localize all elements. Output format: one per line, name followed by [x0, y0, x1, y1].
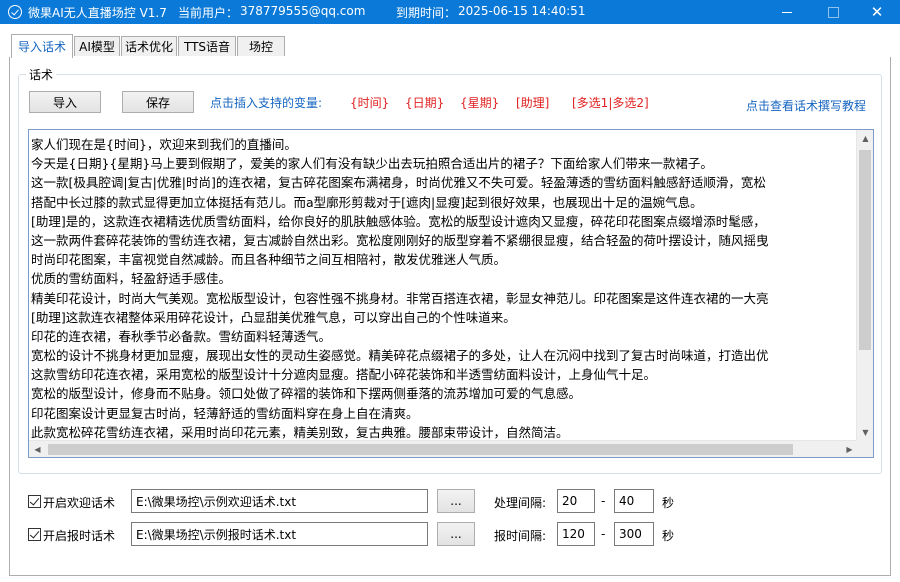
timer-script-browse-button[interactable]: ... [437, 522, 475, 546]
window-title: 微果AI无人直播场控 V1.7 [28, 6, 167, 20]
process-interval-unit: 秒 [662, 496, 675, 510]
variables-label: 点击插入支持的变量: [210, 96, 323, 110]
script-line: 印花图案设计更显复古时尚，轻薄舒适的雪纺面料穿在身上自在清爽。 [31, 405, 419, 421]
script-line: [助理]是的，这款连衣裙精选优质雪纺面料，给你良好的肌肤触感体验。宽松的版型设计… [31, 213, 766, 229]
script-text[interactable]: 家人们现在是{时间}，欢迎来到我们的直播间。 今天是{日期}{星期}马上要到假期… [31, 135, 857, 442]
timer-script-checkbox[interactable] [28, 528, 41, 541]
script-group-legend: 话术 [26, 66, 57, 83]
script-line: 家人们现在是{时间}，欢迎来到我们的直播间。 [31, 137, 297, 152]
expire-value: 2025-06-15 14:40:51 [458, 4, 586, 18]
vertical-scrollbar[interactable]: ▲ ▼ [856, 130, 873, 441]
timer-interval-unit: 秒 [662, 529, 675, 543]
script-line: 今天是{日期}{星期}马上要到假期了，爱美的家人们有没有缺少出去玩拍照合适出片的… [31, 156, 713, 172]
horizontal-scrollbar[interactable]: ◀ ▶ [29, 440, 858, 457]
script-line: 这款雪纺印花连衣裙，采用宽松的版型设计十分遮肉显瘦。搭配小碎花装饰和半透雪纺面料… [31, 367, 657, 383]
maximize-button[interactable] [810, 0, 856, 24]
variable-date[interactable]: {日期} [405, 94, 444, 111]
tab-room-control[interactable]: 场控 [237, 36, 285, 56]
vertical-scroll-thumb[interactable] [859, 150, 871, 350]
script-tutorial-link[interactable]: 点击查看话术撰写教程 [746, 97, 866, 114]
tab-tts-voice[interactable]: TTS语音 [178, 36, 236, 56]
script-line: 这一款[极具腔调|复古|优雅|时尚]的连衣裙，复古碎花图案布满裙身，时尚优雅又不… [31, 175, 766, 191]
welcome-script-label: 开启欢迎话术 [43, 496, 116, 510]
import-button[interactable]: 导入 [29, 91, 101, 113]
variable-assistant[interactable]: [助理] [516, 94, 549, 111]
horizontal-scroll-thumb[interactable] [48, 444, 793, 455]
current-user-label: 当前用户： [178, 6, 239, 20]
save-button[interactable]: 保存 [122, 91, 194, 113]
scroll-up-icon[interactable]: ▲ [857, 130, 873, 147]
scrollbar-corner [856, 440, 873, 457]
script-line: 搭配中长过膝的款式显得更加立体挺括有范儿。而a型廓形剪裁对于[遮肉|显瘦]起到很… [31, 194, 703, 210]
timer-interval-min-input[interactable] [557, 522, 595, 546]
range-dash: - [601, 494, 606, 508]
script-line: 时尚印花图案，丰富视觉自然减龄。而且各种细节之间互相陪衬，散发优雅迷人气质。 [31, 252, 507, 268]
welcome-script-checkbox[interactable] [28, 495, 41, 508]
expire-label: 到期时间： [396, 6, 457, 20]
welcome-script-path-input[interactable] [131, 489, 428, 513]
timer-interval-max-input[interactable] [614, 522, 654, 546]
script-line: 宽松的设计不挑身材更加显瘦，展现出女性的灵动生姿感觉。精美碎花点缀裙子的多处，让… [31, 348, 769, 364]
process-interval-max-input[interactable] [614, 489, 654, 513]
app-logo-icon [8, 5, 22, 19]
script-line: 印花的连衣裙，春秋季节必备款。雪纺面料轻薄透气。 [31, 328, 332, 344]
process-interval-min-input[interactable] [557, 489, 595, 513]
welcome-script-browse-button[interactable]: ... [437, 489, 475, 513]
minimize-button[interactable] [764, 0, 810, 24]
script-line: 优质的雪纺面料，轻盈舒适手感佳。 [31, 271, 232, 287]
timer-script-path-input[interactable] [131, 522, 428, 546]
title-bar: 微果AI无人直播场控 V1.7 当前用户： 378779555@qq.com 到… [0, 0, 900, 24]
tab-script-optimize[interactable]: 话术优化 [121, 36, 177, 56]
tab-ai-model[interactable]: AI模型 [74, 36, 120, 56]
script-line: 这一款两件套碎花装饰的雪纺连衣裙，复古减龄自然出彩。宽松度刚刚好的版型穿着不紧绷… [31, 232, 769, 248]
scroll-down-icon[interactable]: ▼ [857, 424, 873, 441]
scroll-left-icon[interactable]: ◀ [29, 441, 46, 457]
variable-weekday[interactable]: {星期} [460, 94, 499, 111]
current-user-value: 378779555@qq.com [240, 4, 366, 18]
timer-interval-label: 报时间隔: [494, 529, 547, 543]
process-interval-label: 处理间隔: [494, 496, 547, 510]
variable-multi-choice[interactable]: [多选1|多选2] [572, 94, 649, 111]
variable-time[interactable]: {时间} [350, 94, 389, 111]
timer-script-label: 开启报时话术 [43, 529, 116, 543]
tab-import-script[interactable]: 导入话术 [11, 34, 73, 58]
close-button[interactable]: ✕ [854, 0, 900, 24]
script-editor[interactable]: 家人们现在是{时间}，欢迎来到我们的直播间。 今天是{日期}{星期}马上要到假期… [28, 129, 874, 458]
range-dash: - [601, 527, 606, 541]
script-line: 宽松的版型设计，修身而不贴身。领口处做了碎褶的装饰和下摆两侧垂落的流苏增加可爱的… [31, 386, 582, 402]
script-line: [助理]这款连衣裙整体采用碎花设计，凸显甜美优雅气息，可以穿出自己的个性味道来。 [31, 309, 516, 325]
tab-strip: 导入话术 AI模型 话术优化 TTS语音 场控 [0, 24, 900, 58]
script-line: 精美印花设计，时尚大气美观。宽松版型设计，包容性强不挑身材。非常百搭连衣裙，彰显… [31, 290, 769, 306]
